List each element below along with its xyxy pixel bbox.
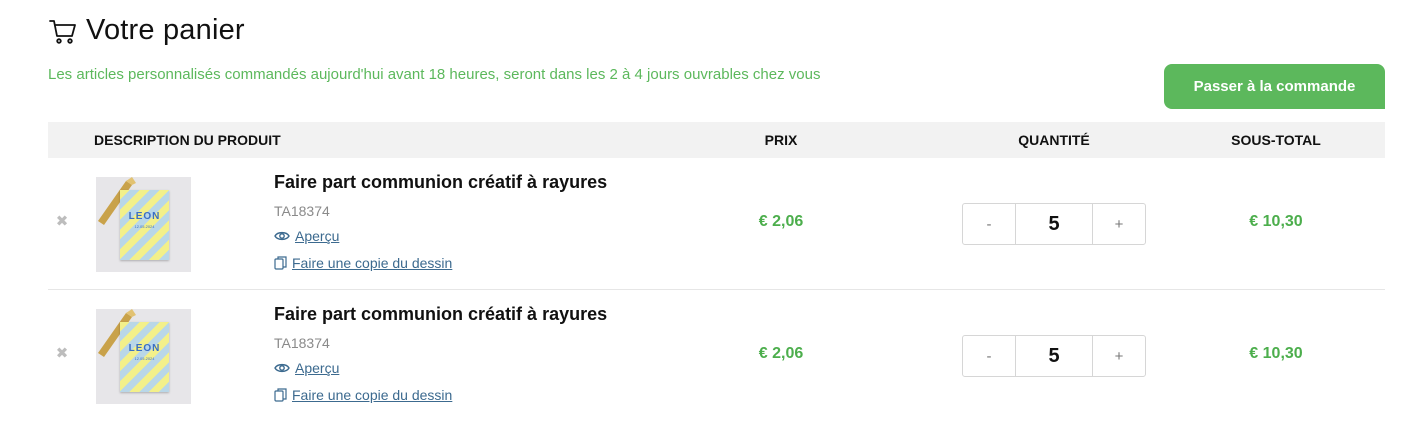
- invitation-card: LEON 12.05.2024: [120, 190, 169, 260]
- quantity-stepper[interactable]: - 5 +: [962, 203, 1146, 245]
- page-title: Votre panier: [86, 14, 245, 46]
- remove-icon[interactable]: ✖: [55, 346, 69, 361]
- eye-icon: [274, 363, 290, 373]
- row-subtotal: € 10,30: [1249, 345, 1303, 362]
- copy-icon: [274, 388, 287, 402]
- cart-table-header: DESCRIPTION DU PRODUIT PRIX QUANTITÉ SOU…: [48, 122, 1385, 158]
- decrease-quantity-button[interactable]: -: [963, 336, 1015, 376]
- unit-price: € 2,06: [758, 213, 804, 230]
- quantity-input[interactable]: 5: [1015, 336, 1093, 376]
- increase-quantity-button[interactable]: +: [1093, 336, 1145, 376]
- increase-quantity-button[interactable]: +: [1093, 204, 1145, 244]
- row-subtotal: € 10,30: [1249, 213, 1303, 230]
- card-name-text: LEON: [128, 343, 161, 354]
- cart-row: ✖ LEON 12.05.2024 Faire part communion c…: [48, 158, 1385, 290]
- copy-icon: [274, 256, 287, 270]
- copy-design-link[interactable]: Faire une copie du dessin: [274, 255, 452, 271]
- product-thumbnail[interactable]: LEON 12.05.2024: [96, 309, 191, 404]
- copy-design-link[interactable]: Faire une copie du dessin: [274, 387, 452, 403]
- eye-icon: [274, 231, 290, 241]
- preview-link-label: Aperçu: [295, 228, 340, 244]
- column-header-description: DESCRIPTION DU PRODUIT: [94, 132, 281, 148]
- checkout-button[interactable]: Passer à la commande: [1164, 64, 1385, 109]
- card-date-text: 12.05.2024: [134, 224, 155, 229]
- quantity-stepper[interactable]: - 5 +: [962, 335, 1146, 377]
- cart-icon: [49, 19, 76, 44]
- product-sku: TA18374: [274, 203, 330, 219]
- card-date-text: 12.05.2024: [134, 356, 155, 361]
- product-sku: TA18374: [274, 335, 330, 351]
- delivery-notice: Les articles personnalisés commandés auj…: [48, 66, 821, 83]
- column-header-price: PRIX: [764, 132, 798, 148]
- preview-link-label: Aperçu: [295, 360, 340, 376]
- product-name[interactable]: Faire part communion créatif à rayures: [274, 172, 607, 193]
- column-header-quantity: QUANTITÉ: [1018, 132, 1090, 148]
- invitation-card: LEON 12.05.2024: [120, 322, 169, 392]
- column-header-subtotal: SOUS-TOTAL: [1231, 132, 1321, 148]
- decrease-quantity-button[interactable]: -: [963, 204, 1015, 244]
- page-header: Votre panier: [48, 14, 245, 47]
- product-name[interactable]: Faire part communion créatif à rayures: [274, 304, 607, 325]
- card-name-text: LEON: [128, 211, 161, 222]
- copy-design-label: Faire une copie du dessin: [292, 255, 453, 271]
- unit-price: € 2,06: [758, 345, 804, 362]
- preview-link[interactable]: Aperçu: [274, 228, 339, 244]
- copy-design-label: Faire une copie du dessin: [292, 387, 453, 403]
- quantity-input[interactable]: 5: [1015, 204, 1093, 244]
- preview-link[interactable]: Aperçu: [274, 360, 339, 376]
- product-thumbnail[interactable]: LEON 12.05.2024: [96, 177, 191, 272]
- cart-row: ✖ LEON 12.05.2024 Faire part communion c…: [48, 290, 1385, 422]
- remove-icon[interactable]: ✖: [55, 214, 69, 229]
